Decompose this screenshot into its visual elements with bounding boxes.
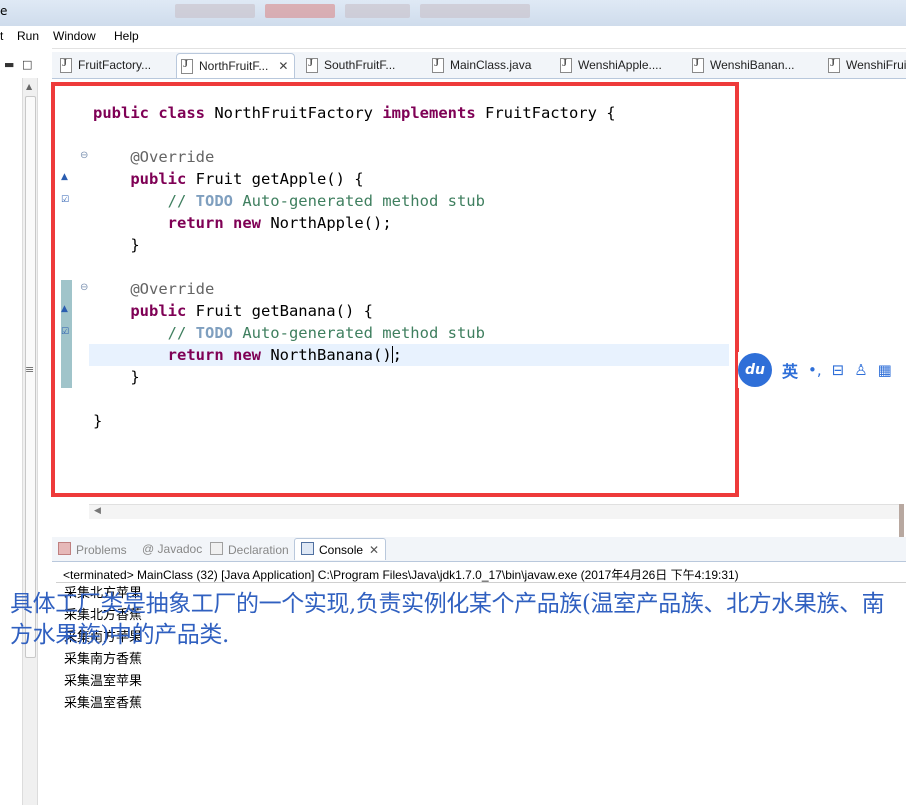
java-file-icon [306,57,318,73]
minimize-icon[interactable]: ▬ [4,58,14,71]
tab-label: WenshiBanan... [710,58,795,72]
blurred-taskbar-item [265,4,335,18]
grid-menu-icon[interactable]: ▦ [878,361,892,379]
java-file-icon [828,57,840,73]
declaration-icon [210,542,223,555]
tab-wenshibanana[interactable]: WenshiBanan... [692,54,795,76]
maximize-icon[interactable]: □ [22,58,32,71]
tab-fruitfactory[interactable]: FruitFactory... [60,54,151,76]
scroll-thumb[interactable] [25,96,36,658]
tab-label: Problems [76,543,127,557]
tab-southfruitfactory[interactable]: SouthFruitF... [306,54,395,76]
toolbox-icon[interactable]: ⊟ [832,361,845,379]
overlay-caption: 具体工厂类是抽象工厂的一个实现,负责实例化某个产品族(温室产品族、北方水果族、南… [10,591,885,648]
menu-item-window[interactable]: Window [53,29,96,43]
tab-wenshiapple[interactable]: WenshiApple.... [560,54,662,76]
divider [56,582,906,583]
close-icon[interactable]: ✕ [369,543,379,557]
view-tab-bar: Problems @ Javadoc Declaration Console ✕ [52,537,906,562]
ime-toolbar: du 英 •, ⊟ ♙ ▦ [738,352,906,388]
tab-problems[interactable]: Problems [58,542,127,557]
java-file-icon [181,58,193,74]
highlight-box [51,82,739,497]
tab-console[interactable]: Console ✕ [294,538,387,560]
at-icon: @ [142,542,158,556]
java-file-icon [60,57,72,73]
scroll-left-arrow-icon[interactable]: ◀ [94,506,101,516]
console-line: 采集南方香蕉 [64,652,143,667]
ime-language-toggle[interactable]: 英 [782,358,798,382]
tab-javadoc[interactable]: @ Javadoc [142,542,202,556]
tab-northfruitfactory[interactable]: NorthFruitF... ✕ [176,53,296,78]
window-title-bar: e [0,0,906,26]
tab-declaration[interactable]: Declaration [210,542,289,557]
menu-item-help[interactable]: Help [114,29,139,43]
close-icon[interactable]: ✕ [278,59,288,73]
window-title: e [0,4,8,18]
tab-label: SouthFruitF... [324,58,396,72]
ime-punctuation-toggle[interactable]: •, [808,361,822,379]
left-vertical-scrollbar[interactable]: ▲ ≡ [22,78,38,805]
user-icon[interactable]: ♙ [854,361,867,379]
tab-label: FruitFactory... [78,58,152,72]
menu-item-edit-fragment[interactable]: t [0,29,3,43]
console-line: 采集温室苹果 [64,674,143,689]
scroll-grip-icon: ≡ [25,363,35,376]
java-file-icon [692,57,704,73]
blurred-taskbar-item [175,4,255,18]
tab-label: Declaration [228,543,289,557]
tab-label: MainClass.java [450,58,532,72]
tab-label: NorthFruitF... [199,59,269,73]
editor-tab-bar: FruitFactory... NorthFruitF... ✕ SouthFr… [52,52,906,79]
baidu-ime-logo[interactable]: du [738,353,772,387]
tab-label: Javadoc [157,542,203,556]
problems-icon [58,542,71,555]
tab-label: WenshiFruit [846,58,906,72]
tab-label: WenshiApple.... [578,58,662,72]
java-file-icon [432,57,444,73]
tab-wenshifruit[interactable]: WenshiFruit [828,54,906,76]
blurred-taskbar-item [420,4,530,18]
menu-item-run[interactable]: Run [17,29,39,43]
tab-label: Console [319,543,364,557]
tab-mainclass[interactable]: MainClass.java [432,54,531,76]
scroll-up-arrow-icon[interactable]: ▲ [26,82,32,91]
console-icon [301,542,314,555]
java-file-icon [560,57,572,73]
blurred-taskbar-item [345,4,410,18]
editor-horizontal-scrollbar[interactable]: ◀ [89,504,901,519]
console-line: 采集温室香蕉 [64,696,143,711]
console-status: <terminated> MainClass (32) [Java Applic… [63,568,739,582]
menu-bar: t Run Window Help [0,26,906,49]
